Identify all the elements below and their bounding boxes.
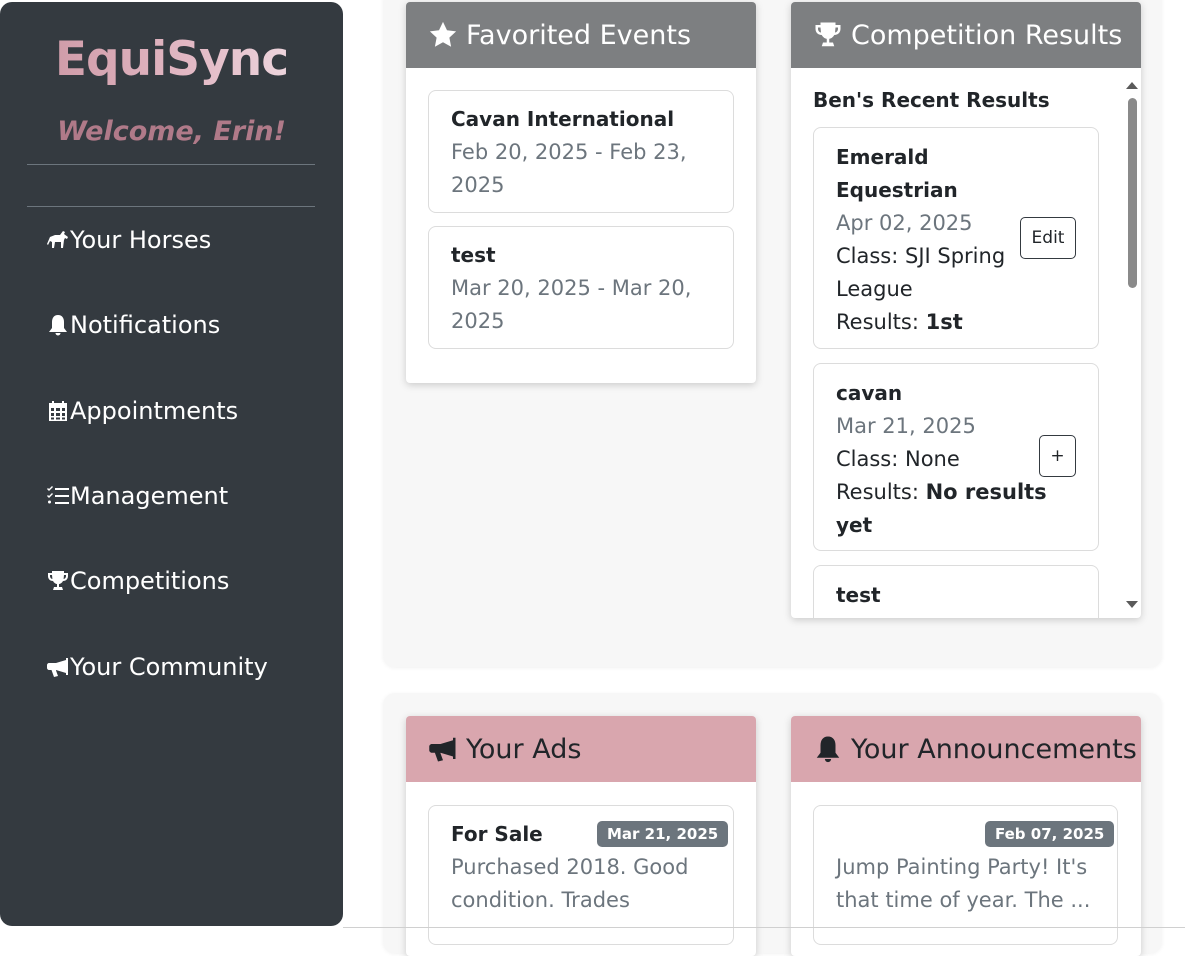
card-title: Your Announcements: [851, 733, 1137, 765]
results-subtitle: Ben's Recent Results: [813, 88, 1050, 112]
sidebar-item-label: Appointments: [70, 397, 239, 425]
your-announcements-header: Your Announcements: [791, 716, 1141, 782]
competition-results-card: Competition Results Ben's Recent Results…: [791, 2, 1141, 618]
star-icon: [429, 21, 457, 47]
scroll-down-arrow-icon[interactable]: [1126, 601, 1138, 608]
trophy-icon: [46, 568, 70, 594]
sidebar-item-label: Your Community: [70, 653, 268, 681]
competition-results-header: Competition Results: [791, 2, 1141, 68]
bullhorn-icon: [429, 737, 456, 762]
sidebar-divider: [27, 164, 315, 165]
result-class: League: [836, 277, 913, 301]
sidebar-item-your-horses[interactable]: Your Horses: [46, 220, 211, 260]
welcome-message: Welcome, Erin!: [57, 116, 286, 147]
result-outcome: yet: [836, 513, 873, 537]
result-event-name: test: [836, 583, 881, 607]
announcement-text: that time of year. The ...: [836, 888, 1091, 912]
calendar-icon: [46, 398, 70, 424]
sidebar-item-competitions[interactable]: Competitions: [46, 561, 229, 601]
result-event-name: Equestrian: [836, 178, 958, 202]
card-title: Favorited Events: [466, 19, 692, 51]
your-ads-card: Your Ads For Sale Purchased 2018. Good c…: [406, 716, 756, 956]
scroll-thumb[interactable]: [1128, 98, 1137, 288]
favorited-events-card: Favorited Events Cavan International Feb…: [406, 2, 756, 383]
trophy-icon: [815, 22, 841, 47]
bell-icon: [46, 312, 70, 338]
date-badge: Mar 21, 2025: [597, 821, 729, 847]
ad-text: condition. Trades: [451, 888, 630, 912]
page-bottom-border: [343, 927, 1185, 928]
event-dates: 2025: [451, 173, 505, 197]
your-announcements-card: Your Announcements Jump Painting Party! …: [791, 716, 1141, 956]
announcement-text: Jump Painting Party! It's: [836, 855, 1088, 879]
result-event-name: cavan: [836, 381, 903, 405]
result-item: Emerald Equestrian Apr 02, 2025 Class: S…: [813, 127, 1099, 349]
horse-icon: [46, 227, 70, 253]
event-item[interactable]: Cavan International Feb 20, 2025 - Feb 2…: [428, 90, 734, 213]
sidebar: EquiSync Welcome, Erin! Your Horses Noti…: [0, 2, 343, 926]
result-item: cavan Mar 21, 2025 Class: None Results: …: [813, 363, 1099, 551]
sidebar-item-your-community[interactable]: Your Community: [46, 647, 268, 687]
event-name: Cavan International: [451, 107, 675, 131]
bullhorn-icon: [46, 654, 70, 680]
event-name: test: [451, 243, 496, 267]
card-title: Your Ads: [466, 733, 582, 765]
sidebar-item-label: Competitions: [70, 567, 230, 595]
brand-logo: EquiSync: [0, 32, 343, 87]
sidebar-item-management[interactable]: Management: [46, 476, 228, 516]
card-title: Competition Results: [851, 19, 1123, 51]
result-item: test: [813, 565, 1099, 618]
favorited-events-header: Favorited Events: [406, 2, 756, 68]
scroll-up-arrow-icon[interactable]: [1126, 82, 1138, 89]
result-outcome: Results: 1st: [836, 310, 963, 334]
edit-result-button[interactable]: Edit: [1020, 217, 1076, 259]
announcement-item[interactable]: Jump Painting Party! It's that time of y…: [813, 805, 1118, 945]
sidebar-item-notifications[interactable]: Notifications: [46, 305, 220, 345]
add-result-button[interactable]: +: [1039, 435, 1076, 477]
ad-text: Purchased 2018. Good: [451, 855, 689, 879]
sidebar-item-label: Notifications: [70, 311, 221, 339]
event-item[interactable]: test Mar 20, 2025 - Mar 20, 2025: [428, 226, 734, 349]
event-dates: 2025: [451, 309, 505, 333]
list-check-icon: [46, 483, 70, 509]
sidebar-item-label: Management: [70, 482, 229, 510]
date-badge: Feb 07, 2025: [985, 821, 1115, 847]
your-ads-header: Your Ads: [406, 716, 756, 782]
sidebar-item-label: Your Horses: [70, 226, 212, 254]
ad-item[interactable]: For Sale Purchased 2018. Good condition.…: [428, 805, 734, 945]
result-event-name: Emerald: [836, 145, 929, 169]
event-dates: Mar 20, 2025 - Mar 20,: [451, 276, 692, 300]
results-scrollbar[interactable]: [1125, 78, 1139, 618]
result-outcome: Results: No results: [836, 480, 1047, 504]
bell-icon: [816, 736, 840, 763]
event-dates: Feb 20, 2025 - Feb 23,: [451, 140, 687, 164]
sidebar-divider: [27, 206, 315, 207]
sidebar-item-appointments[interactable]: Appointments: [46, 391, 238, 431]
